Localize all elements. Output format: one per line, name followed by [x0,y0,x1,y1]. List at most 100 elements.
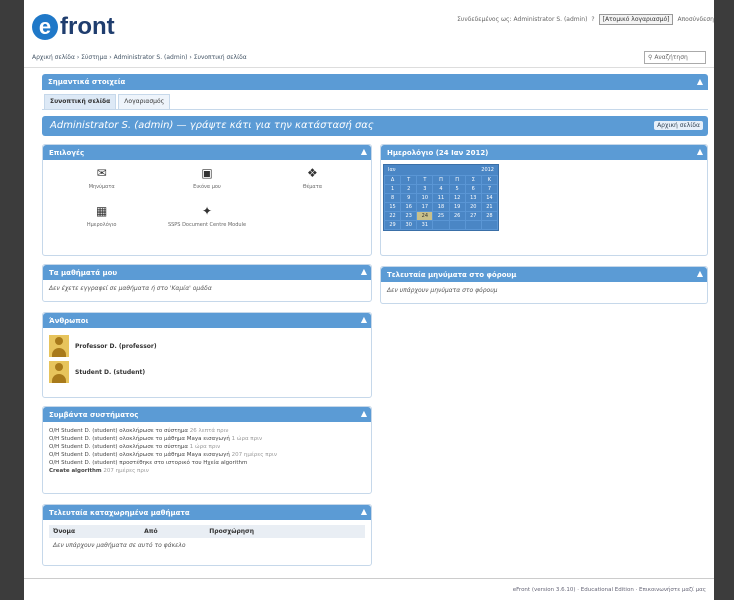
logo-text: front [60,13,115,40]
options-panel-header: Επιλογές ▲ [43,145,371,160]
event-time: 26 λεπτά πριν [189,428,229,434]
logout-link[interactable]: Αποσύνδεση [677,16,714,23]
calendar-header: Ιαν 2012 [384,165,498,175]
calendar-day[interactable]: 20 [464,202,482,212]
calendar-day[interactable]: 24 [416,211,434,221]
recent-lessons-header: Τελευταία καταχωρημένα μαθήματα ▲ [43,505,371,520]
search-input[interactable]: ⚲ Αναζήτηση [644,51,706,64]
calendar-week: 1234567 [383,184,499,194]
event-time: 1 ώρα πριν [189,444,221,450]
breadcrumb[interactable]: Αρχική σελίδα › Σύστημα › Administrator … [32,54,247,61]
collapse-icon[interactable]: ▲ [361,409,367,418]
recent-lessons-table: Όνομα Από Προσχώρηση Δεν υπάρχουν μαθήμα… [49,525,365,553]
column-header-join[interactable]: Προσχώρηση [205,525,365,538]
calendar-day[interactable]: 18 [432,202,450,212]
calendar-day[interactable]: 4 [432,184,450,194]
calendar-day[interactable]: 8 [383,193,402,203]
collapse-icon[interactable]: ▲ [361,507,367,516]
calendar-weekdays: ΔΤΤΠΠΣΚ [383,175,499,185]
my-lessons-title: Τα μαθήματά μου [49,269,118,277]
calendar-day [464,220,482,230]
option-messages[interactable]: ✉ Μηνύματα [49,165,154,191]
calendar-day[interactable]: 13 [464,193,482,203]
role-select[interactable]: [Ατομικό λογαριασμό] [598,14,674,25]
tab-account-label: Λογαριασμός [124,98,165,105]
page-title[interactable]: Administrator S. (admin) — γράψτε κάτι γ… [50,120,374,131]
events-header: Συμβάντα συστήματος ▲ [43,407,371,422]
column-header-name[interactable]: Όνομα [49,525,141,538]
home-page-button[interactable]: Αρχική σελίδα [654,121,703,130]
event-time: 1 ώρα πριν [231,436,263,442]
collapse-icon[interactable]: ▲ [697,77,703,86]
event-text: Ο/Η Student D. (student) προστέθηκε στο … [49,460,248,466]
calendar-day[interactable]: 5 [448,184,466,194]
calendar-day[interactable]: 12 [448,193,466,203]
calendar-day[interactable]: 15 [383,202,402,212]
help-icon[interactable]: ? [591,16,594,23]
calendar-day[interactable]: 30 [400,220,418,230]
search-placeholder: Αναζήτηση [654,54,688,61]
weekday-label: Δ [383,175,402,185]
person-name: Professor D. (professor) [75,342,157,350]
calendar-week: 29 30 31 [383,220,499,230]
collapse-icon[interactable]: ▲ [361,267,367,276]
calendar-day[interactable]: 6 [464,184,482,194]
options-panel: Επιλογές ▲ ✉ Μηνύματα ▣ Εικόνα μου ❖ Θέμ… [42,144,372,256]
forum-title: Τελευταία μηνύματα στο φόρουμ [387,271,517,279]
forum-icon: ❖ [306,166,318,180]
calendar-day[interactable]: 9 [400,193,418,203]
calendar-day[interactable]: 25 [432,211,450,221]
collapse-icon[interactable]: ▲ [361,315,367,324]
calendar-day[interactable]: 21 [480,202,499,212]
list-item[interactable]: Student D. (student) [49,359,365,385]
efront-logo[interactable]: e front [32,12,115,42]
forum-panel: Τελευταία μηνύματα στο φόρουμ ▲ Δεν υπάρ… [380,266,708,304]
calendar-day[interactable]: 19 [448,202,466,212]
weekday-label: Τ [416,175,434,185]
calendar-day[interactable]: 29 [383,220,402,230]
recent-lessons-body: Όνομα Από Προσχώρηση Δεν υπάρχουν μαθήμα… [43,520,371,558]
calendar-month[interactable]: Ιαν [388,167,396,173]
ssps-icon: ✦ [201,204,213,218]
mail-icon: ✉ [96,166,107,180]
calendar-panel-header: Ημερολόγιο (24 Ιαν 2012) ▲ [381,145,707,160]
calendar-day[interactable]: 1 [383,184,402,194]
option-ssps[interactable]: ✦ SSPS Document Centre Module [154,203,259,229]
calendar-day[interactable]: 11 [432,193,450,203]
calendar-day[interactable]: 17 [416,202,434,212]
people-title: Άνθρωποι [49,317,89,325]
calendar-day[interactable]: 14 [480,193,499,203]
logged-in-text[interactable]: Συνδεδεμένος ως: Administrator S. (admin… [457,16,587,23]
calendar-day[interactable]: 2 [400,184,418,194]
collapse-icon[interactable]: ▲ [697,147,703,156]
calendar-week: 15 16 17 18 19 20 21 [383,202,499,212]
forum-empty: Δεν υπάρχουν μηνύματα στο φόρουμ [387,287,498,294]
list-item: Ο/Η Student D. (student) ολοκλήρωσε το μ… [49,451,365,459]
people-list: Professor D. (professor) Student D. (stu… [43,328,371,390]
calendar-day[interactable]: 10 [416,193,434,203]
calendar-grid: Δ Τ Τ Π Π Σ Κ 1 2 3 4 5 6 7 8 9 10 11 12 13 14 15 16 17 18 19 20 21… [383,175,499,230]
calendar-day[interactable]: 7 [480,184,499,194]
tab-summary[interactable]: Συνοπτική σελίδα [44,94,117,109]
calendar-day[interactable]: 23 [400,211,418,221]
calendar-day[interactable]: 31 [416,220,434,230]
list-item[interactable]: Professor D. (professor) [49,333,365,359]
person-name: Student D. (student) [75,368,146,376]
option-calendar[interactable]: ▦ Ημερολόγιο [49,203,154,229]
calendar-day[interactable]: 27 [464,211,482,221]
calendar-day[interactable]: 3 [416,184,434,194]
list-item: Ο/Η Student D. (student) προστέθηκε στο … [49,459,365,467]
collapse-icon[interactable]: ▲ [697,269,703,278]
calendar-day[interactable]: 16 [400,202,418,212]
calendar-day[interactable]: 22 [383,211,402,221]
tab-account[interactable]: Λογαριασμός [118,94,171,109]
option-image[interactable]: ▣ Εικόνα μου [154,165,259,191]
left-dark-margin [0,0,24,600]
collapse-icon[interactable]: ▲ [361,147,367,156]
calendar-year[interactable]: 2012 [481,167,494,173]
recent-lessons-panel: Τελευταία καταχωρημένα μαθήματα ▲ Όνομα … [42,504,372,566]
column-header-from[interactable]: Από [140,525,206,538]
option-forum[interactable]: ❖ Θέματα [260,165,365,191]
calendar-day[interactable]: 26 [448,211,466,221]
calendar-day[interactable]: 28 [480,211,499,221]
